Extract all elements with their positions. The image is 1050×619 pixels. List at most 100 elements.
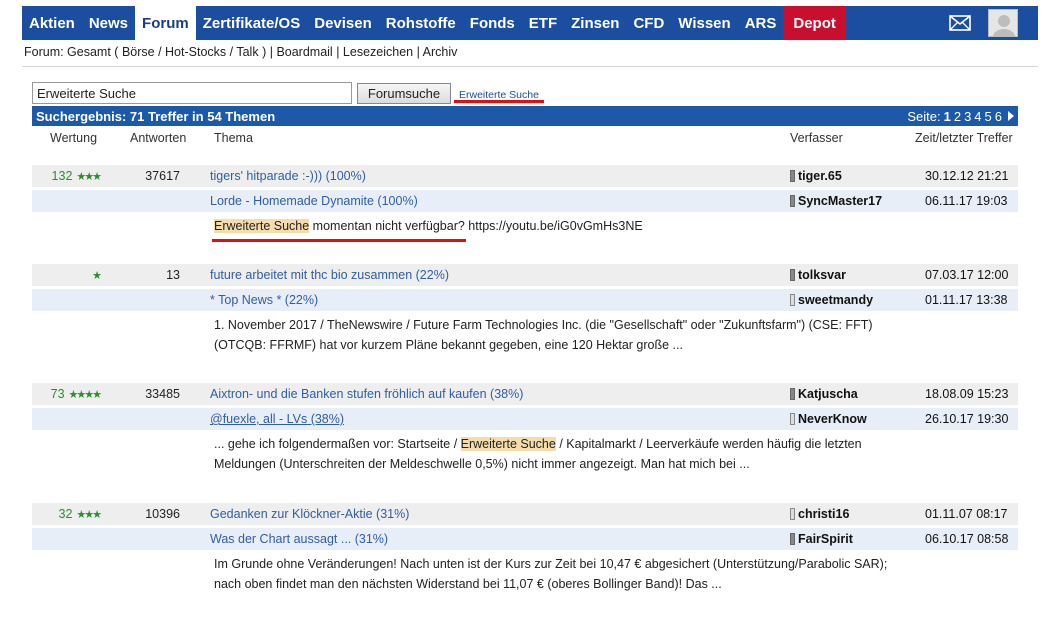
rating-value: 73 ★★★★ [50, 387, 102, 401]
nav-news[interactable]: News [82, 6, 135, 40]
user-avatar-icon[interactable] [988, 9, 1018, 37]
crumb-archiv[interactable]: Archiv [423, 45, 458, 59]
answers-count: 37617 [145, 169, 180, 183]
page-link-6[interactable]: 6 [995, 109, 1002, 124]
answers-count: 13 [166, 268, 180, 282]
thread-link[interactable]: Gedanken zur Klöckner-Aktie (31%) [210, 503, 409, 525]
user-profile-icon [790, 413, 795, 425]
post-link[interactable]: * Top News * (22%) [210, 289, 318, 311]
results-header: Suchergebnis: 71 Treffer in 54 Themen Se… [32, 106, 1018, 126]
post-row: Was der Chart aussagt ... (31%) FairSpir… [32, 528, 1018, 550]
post-time: 26.10.17 19:30 [925, 412, 1009, 426]
post-time: 01.11.07 08:17 [925, 507, 1008, 521]
main-nav: Aktien News Forum Zertifikate/OS Devisen… [22, 6, 1038, 40]
post-link[interactable]: Was der Chart aussagt ... (31%) [210, 528, 388, 550]
divider [22, 66, 1038, 67]
post-time: 07.03.17 12:00 [925, 268, 1009, 282]
column-header-topic[interactable]: Thema [214, 131, 253, 145]
user-profile-icon [790, 170, 795, 182]
search-highlight: Erweiterte Suche [460, 437, 556, 451]
thread-row: ★ 13 future arbeitet mit thc bio zusamme… [32, 264, 1018, 286]
thread-link[interactable]: Aixtron- und die Banken stufen fröhlich … [210, 383, 523, 405]
pager: Seite: 1 2 3 4 5 6 [907, 109, 1014, 124]
rating-stars-icon: ★★★★ [68, 388, 102, 401]
red-underline-annotation [454, 100, 544, 103]
post-snippet: Erweiterte Suche momentan nicht verfügba… [214, 219, 643, 233]
user-profile-icon [790, 388, 795, 400]
page-link-2[interactable]: 2 [954, 109, 961, 124]
crumb-hot-stocks[interactable]: Hot-Stocks [165, 45, 226, 59]
user-profile-icon [790, 533, 795, 545]
forumsuche-button[interactable]: Forumsuche [357, 83, 451, 104]
nav-depot[interactable]: Depot [783, 6, 846, 40]
answers-count: 10396 [145, 507, 180, 521]
rating-value: ★ [32, 264, 102, 286]
pager-label: Seite: [907, 108, 941, 124]
nav-ars[interactable]: ARS [738, 6, 784, 40]
author-link[interactable]: sweetmandy [790, 289, 873, 311]
post-time: 06.10.17 08:58 [925, 532, 1009, 546]
crumb-lesezeichen[interactable]: Lesezeichen [343, 45, 413, 59]
nav-wissen[interactable]: Wissen [671, 6, 737, 40]
nav-fonds[interactable]: Fonds [463, 6, 522, 40]
red-underline-annotation [212, 239, 466, 242]
post-snippet: ... gehe ich folgendermaßen vor: Startse… [214, 437, 862, 471]
thread-row: 132 ★★★ 37617 tigers' hitparade :-))) (10… [32, 165, 1018, 187]
nav-zinsen[interactable]: Zinsen [564, 6, 626, 40]
post-time: 06.11.17 19:03 [925, 194, 1008, 208]
nav-forum[interactable]: Forum [135, 6, 196, 40]
post-row: @fuexle, all - LVs (38%) NeverKnow 26.10… [32, 408, 1018, 430]
column-header-answers[interactable]: Antworten [130, 131, 186, 145]
crumb-boardmail[interactable]: Boardmail [276, 45, 332, 59]
nav-cfd[interactable]: CFD [626, 6, 671, 40]
nav-rohstoffe[interactable]: Rohstoffe [379, 6, 463, 40]
rating-stars-icon: ★★★ [76, 508, 102, 521]
author-link[interactable]: FairSpirit [790, 528, 853, 550]
results-count: Suchergebnis: 71 Treffer in 54 Themen [36, 108, 276, 124]
author-link[interactable]: tolksvar [790, 264, 846, 286]
crumb-talk[interactable]: Talk [236, 45, 258, 59]
post-link[interactable]: @fuexle, all - LVs (38%) [210, 408, 344, 430]
breadcrumb: Forum: Gesamt ( Börse / Hot-Stocks / Tal… [24, 45, 458, 59]
thread-row: 32 ★★★ 10396 Gedanken zur Klöckner-Aktie … [32, 503, 1018, 525]
user-profile-icon [790, 294, 795, 306]
post-snippet: Im Grunde ohne Veränderungen! Nach unten… [214, 557, 888, 591]
thread-row: 73 ★★★★ 33485 Aixtron- und die Banken stu… [32, 383, 1018, 405]
rating-stars-icon: ★★★ [76, 170, 102, 183]
mail-icon[interactable] [936, 6, 984, 40]
search-input[interactable] [32, 82, 352, 104]
crumb-boerse[interactable]: Börse [122, 45, 155, 59]
page-link-1[interactable]: 1 [944, 109, 951, 124]
nav-zertifikate[interactable]: Zertifikate/OS [196, 6, 308, 40]
page-link-5[interactable]: 5 [985, 109, 992, 124]
search-highlight: Erweiterte Suche [214, 219, 310, 233]
page-link-4[interactable]: 4 [974, 109, 981, 124]
column-header-time[interactable]: Zeit/letzter Treffer [915, 131, 1013, 145]
rating-value: 132 ★★★ [51, 169, 102, 183]
thread-link[interactable]: future arbeitet mit thc bio zusammen (22… [210, 264, 449, 286]
author-link[interactable]: SyncMaster17 [790, 190, 882, 212]
nav-etf[interactable]: ETF [522, 6, 564, 40]
post-time: 01.11.17 13:38 [925, 293, 1008, 307]
user-profile-icon [790, 195, 795, 207]
post-time: 30.12.12 21:21 [925, 169, 1009, 183]
author-link[interactable]: tiger.65 [790, 165, 842, 187]
column-header-author[interactable]: Verfasser [790, 131, 843, 145]
answers-count: 33485 [145, 387, 180, 401]
author-link[interactable]: christi16 [790, 503, 849, 525]
column-header-rating[interactable]: Wertung [50, 131, 97, 145]
nav-aktien[interactable]: Aktien [22, 6, 82, 40]
page-link-3[interactable]: 3 [964, 109, 971, 124]
post-link[interactable]: Lorde - Homemade Dynamite (100%) [210, 190, 418, 212]
rating-stars-icon: ★ [92, 269, 102, 282]
post-row: Lorde - Homemade Dynamite (100%) SyncMas… [32, 190, 1018, 212]
post-row: * Top News * (22%) sweetmandy 01.11.17 1… [32, 289, 1018, 311]
thread-link[interactable]: tigers' hitparade :-))) (100%) [210, 165, 366, 187]
author-link[interactable]: NeverKnow [790, 408, 867, 430]
nav-devisen[interactable]: Devisen [307, 6, 379, 40]
next-page-arrow-icon[interactable] [1008, 111, 1014, 121]
author-link[interactable]: Katjuscha [790, 383, 858, 405]
user-profile-icon [790, 508, 795, 520]
user-profile-icon [790, 269, 795, 281]
rating-value: 32 ★★★ [58, 507, 102, 521]
